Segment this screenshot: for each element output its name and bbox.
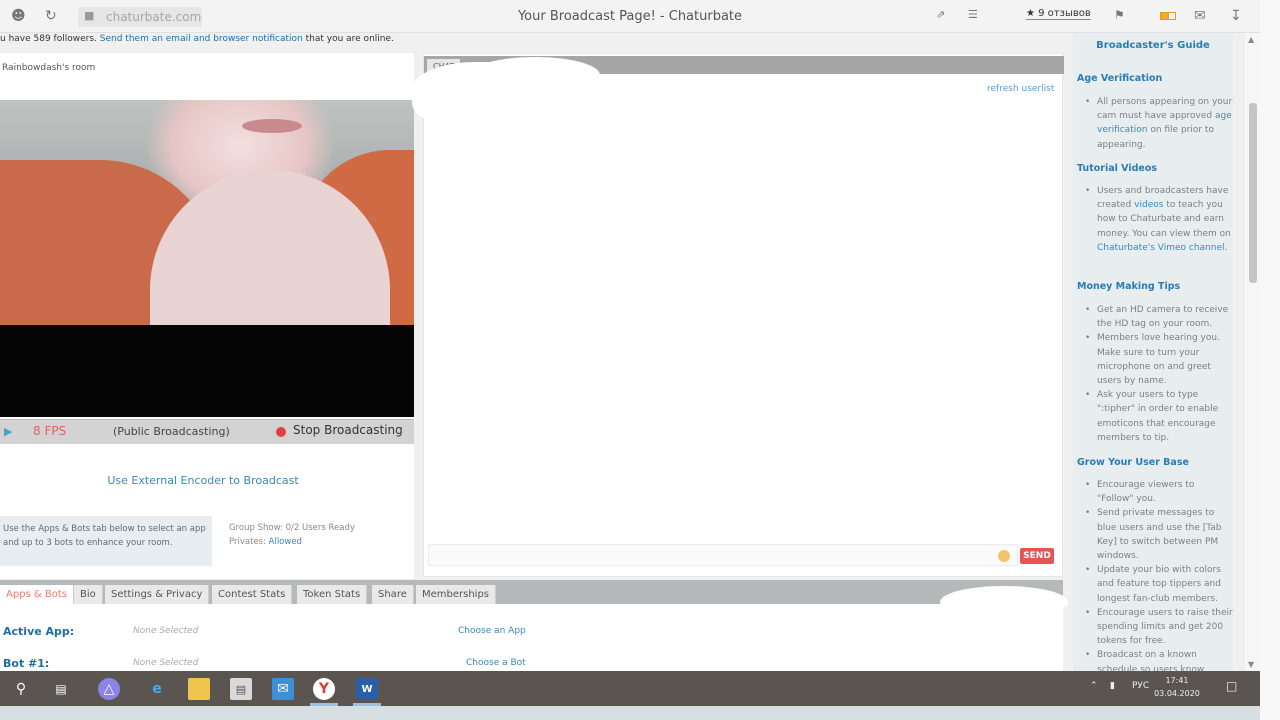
room-title: Rainbowdash's room xyxy=(2,63,96,73)
notify-followers-link[interactable]: Send them an email and browser notificat… xyxy=(100,34,303,44)
choose-bot-link[interactable]: Choose a Bot xyxy=(466,658,526,668)
scrollbar-thumb[interactable] xyxy=(1249,103,1257,283)
list-item: Members love hearing you. Make sure to t… xyxy=(1083,331,1233,388)
chat-message-input[interactable] xyxy=(428,544,1018,566)
search-icon[interactable]: ⚲ xyxy=(10,678,32,700)
stop-broadcasting-button[interactable]: Stop Broadcasting xyxy=(293,423,403,437)
followers-suffix-text: that you are online. xyxy=(305,34,394,44)
tab-token-stats[interactable]: Token Stats xyxy=(297,585,368,605)
scroll-up-icon[interactable]: ▲ xyxy=(1248,35,1254,44)
scroll-down-icon[interactable]: ▼ xyxy=(1248,660,1254,669)
chat-panel: CHAT refresh userlist SEND xyxy=(412,53,1064,577)
yandex-browser-icon[interactable]: Y xyxy=(313,678,335,700)
privates-status: Privates: Allowed xyxy=(229,535,355,549)
external-encoder-link[interactable]: Use External Encoder to Broadcast xyxy=(0,474,406,487)
screen-bottom-edge xyxy=(0,706,1260,720)
edge-browser-icon[interactable]: e xyxy=(146,678,168,700)
age-verification-list: All persons appearing on your cam must h… xyxy=(1083,95,1233,152)
notifications-icon[interactable]: □ xyxy=(1226,679,1237,693)
clock-time: 17:41 xyxy=(1165,676,1189,685)
reviews-link[interactable]: ★ 9 отзывов xyxy=(1026,8,1091,20)
bot1-value: None Selected xyxy=(133,658,199,668)
list-item: Broadcast on a known schedule so users k… xyxy=(1083,648,1233,671)
grow-user-base-list: Encourage viewers to "Follow" you. Send … xyxy=(1083,478,1233,671)
broadcast-status: (Public Broadcasting) xyxy=(113,425,230,438)
clock-date: 03.04.2020 xyxy=(1154,689,1200,698)
chat-bubble-icon[interactable]: ✉ xyxy=(1194,8,1206,24)
refresh-userlist-link[interactable]: refresh userlist xyxy=(987,84,1054,94)
group-show-info: Group Show: 0/2 Users Ready Privates: Al… xyxy=(229,521,355,549)
money-tips-heading: Money Making Tips xyxy=(1077,281,1181,292)
list-item: Ask your users to type ":tipher" in orde… xyxy=(1083,388,1233,445)
page-scrollbar[interactable]: ▲ ▼ xyxy=(1245,33,1260,671)
bot1-row: Bot #1: None Selected Choose a Bot xyxy=(0,657,1063,671)
apps-note: Use the Apps & Bots tab below to select … xyxy=(0,516,212,566)
word-icon[interactable]: W xyxy=(356,678,378,700)
image-region-top xyxy=(242,119,302,133)
list-item: Get an HD camera to receive the HD tag o… xyxy=(1083,303,1233,331)
translate-icon[interactable]: ⇗ xyxy=(936,8,945,21)
broadcast-panel: Rainbowdash's room ▶ 8 FPS (Public Broad… xyxy=(0,53,414,579)
broadcasters-guide-sidebar: Broadcaster's Guide Age Verification All… xyxy=(1073,33,1233,671)
privates-value[interactable]: Allowed xyxy=(269,537,302,547)
list-item: Send private messages to blue users and … xyxy=(1083,506,1233,563)
list-item: Update your bio with colors and feature … xyxy=(1083,563,1233,606)
tutorial-videos-heading: Tutorial Videos xyxy=(1077,163,1158,174)
tab-bio[interactable]: Bio xyxy=(74,585,103,605)
money-tips-list: Get an HD camera to receive the HD tag o… xyxy=(1083,303,1233,445)
file-explorer-icon[interactable] xyxy=(188,678,210,700)
alice-assistant-icon[interactable]: △ xyxy=(98,678,120,700)
bookmark-icon[interactable]: ⚑ xyxy=(1114,8,1125,22)
list-item: Encourage users to raise their spending … xyxy=(1083,606,1233,649)
broadcast-page: u have 589 followers. Send them an email… xyxy=(0,33,1260,671)
system-clock[interactable]: 17:41 03.04.2020 xyxy=(1152,674,1202,700)
bot1-label: Bot #1: xyxy=(3,657,50,670)
vimeo-channel-link[interactable]: Chaturbate's Vimeo channel xyxy=(1097,243,1225,253)
active-app-value: None Selected xyxy=(133,626,199,636)
list-item: Encourage viewers to "Follow" you. xyxy=(1083,478,1233,506)
followers-notice: u have 589 followers. Send them an email… xyxy=(0,34,394,44)
tutorial-videos-list: Users and broadcasters have created vide… xyxy=(1083,184,1233,255)
tab-apps-bots[interactable]: Apps & Bots xyxy=(0,585,75,605)
browser-toolbar: ☻ ↻ ■ chaturbate.com Your Broadcast Page… xyxy=(0,0,1260,33)
active-app-label: Active App: xyxy=(3,625,75,638)
record-dot-icon xyxy=(276,427,286,437)
input-language[interactable]: РУС xyxy=(1132,681,1149,691)
list-item: All persons appearing on your cam must h… xyxy=(1083,95,1233,152)
grow-user-base-heading: Grow Your User Base xyxy=(1077,457,1189,468)
mail-icon[interactable]: ✉ xyxy=(272,678,294,700)
tab-settings-privacy[interactable]: Settings & Privacy xyxy=(105,585,210,605)
videos-link[interactable]: videos xyxy=(1134,200,1163,210)
emoticon-icon[interactable] xyxy=(998,550,1010,562)
video-control-bar: ▶ 8 FPS (Public Broadcasting) Stop Broad… xyxy=(0,419,414,444)
screen-edge xyxy=(1260,0,1280,720)
reader-icon[interactable]: ☰ xyxy=(968,8,978,21)
active-app-row: Active App: None Selected Choose an App xyxy=(0,625,1063,643)
tray-battery-icon[interactable]: ▮ xyxy=(1110,681,1115,691)
volume-icon[interactable]: ▶ xyxy=(4,425,12,438)
choose-app-link[interactable]: Choose an App xyxy=(458,626,526,636)
group-show-status: Group Show: 0/2 Users Ready xyxy=(229,523,355,533)
tab-contest-stats[interactable]: Contest Stats xyxy=(212,585,293,605)
send-button[interactable]: SEND xyxy=(1020,548,1054,564)
privates-label: Privates: xyxy=(229,537,266,547)
webcam-image xyxy=(0,100,414,325)
task-view-icon[interactable]: ▤ xyxy=(50,678,72,700)
tab-memberships[interactable]: Memberships xyxy=(416,585,497,605)
guide-title[interactable]: Broadcaster's Guide xyxy=(1073,40,1233,51)
bottom-tab-bar: Apps & Bots Bio Settings & Privacy Conte… xyxy=(0,580,1063,605)
fps-indicator: 8 FPS xyxy=(33,424,67,438)
download-icon[interactable]: ↧ xyxy=(1230,8,1242,24)
redaction-blob xyxy=(412,62,572,130)
tray-chevron-icon[interactable]: ⌃ xyxy=(1090,681,1098,691)
store-icon[interactable]: ▤ xyxy=(230,678,252,700)
battery-icon xyxy=(1160,12,1176,20)
list-item: Users and broadcasters have created vide… xyxy=(1083,184,1233,255)
age-verification-heading: Age Verification xyxy=(1077,73,1163,84)
followers-count-text: u have 589 followers. xyxy=(0,34,97,44)
tab-share[interactable]: Share xyxy=(372,585,414,605)
apps-bots-panel: Active App: None Selected Choose an App … xyxy=(0,604,1063,671)
windows-taskbar: ⚲ ▤ △ e ▤ ✉ Y W ⌃ ▮ РУС 17:41 03.04.2020… xyxy=(0,671,1260,706)
